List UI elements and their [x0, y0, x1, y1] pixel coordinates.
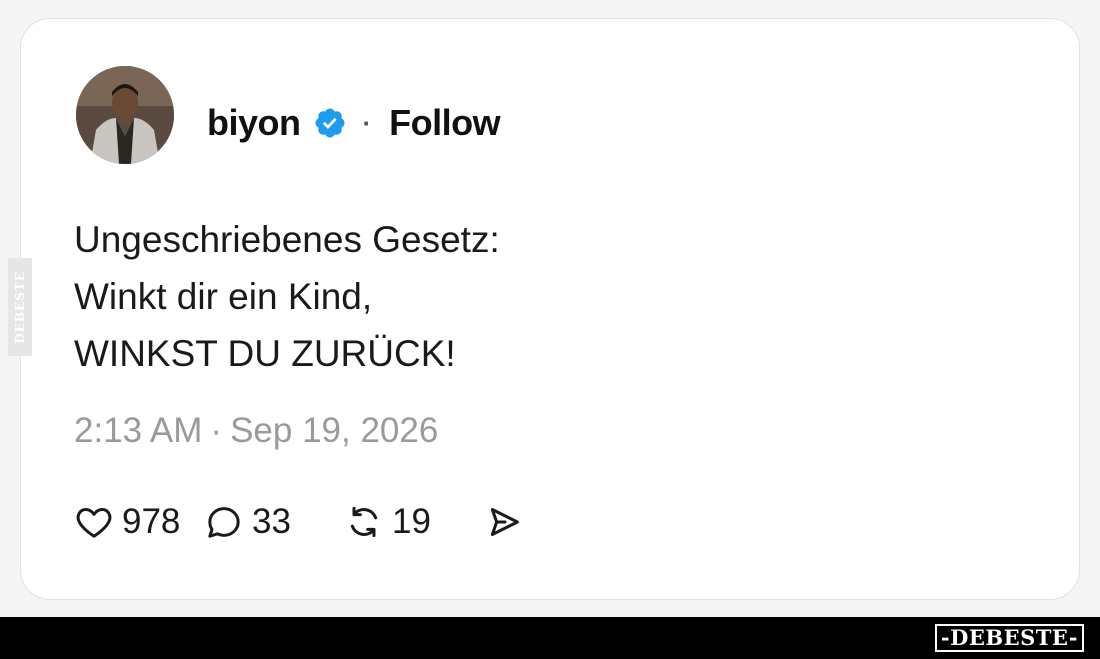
post-card: biyon · Follow Ungeschriebenes Gesetz: W… [20, 18, 1080, 600]
post-timestamp[interactable]: 2:13 AM · Sep 19, 2026 [74, 411, 438, 451]
avatar[interactable] [76, 66, 174, 164]
post-body: Ungeschriebenes Gesetz: Winkt dir ein Ki… [74, 211, 974, 382]
timestamp-separator: · [210, 411, 223, 450]
post-header: biyon · Follow [207, 99, 501, 147]
post-time: 2:13 AM [74, 411, 203, 450]
post-text-line: Winkt dir ein Kind, [74, 276, 373, 317]
heart-icon [76, 508, 112, 538]
footer-watermark-logo: -DEBESTE- [934, 624, 1084, 652]
author-name[interactable]: biyon [207, 102, 301, 144]
side-watermark: DEBESTE [8, 258, 32, 356]
like-button[interactable]: 978 [74, 502, 204, 542]
like-count: 978 [122, 502, 181, 541]
post-date: Sep 19, 2026 [230, 411, 439, 450]
reply-count: 33 [252, 502, 291, 541]
repost-count: 19 [392, 502, 431, 541]
footer-bar: -DEBESTE- [0, 617, 1100, 659]
header-separator: · [362, 107, 372, 138]
post-text-line: WINKST DU ZURÜCK! [74, 333, 456, 374]
repost-button[interactable]: 19 [344, 502, 484, 542]
reply-button[interactable]: 33 [204, 502, 344, 542]
verified-badge-icon [313, 106, 347, 140]
speech-bubble-icon [208, 507, 240, 538]
post-text-line: Ungeschriebenes Gesetz: [74, 219, 500, 260]
avatar-image [76, 66, 174, 164]
follow-button[interactable]: Follow [389, 102, 500, 144]
share-button[interactable] [484, 502, 524, 542]
send-arrow-icon [490, 508, 519, 536]
action-bar: 978 33 19 [74, 497, 524, 547]
side-watermark-text: DEBESTE [13, 270, 27, 344]
repost-arrows-icon [350, 506, 378, 538]
